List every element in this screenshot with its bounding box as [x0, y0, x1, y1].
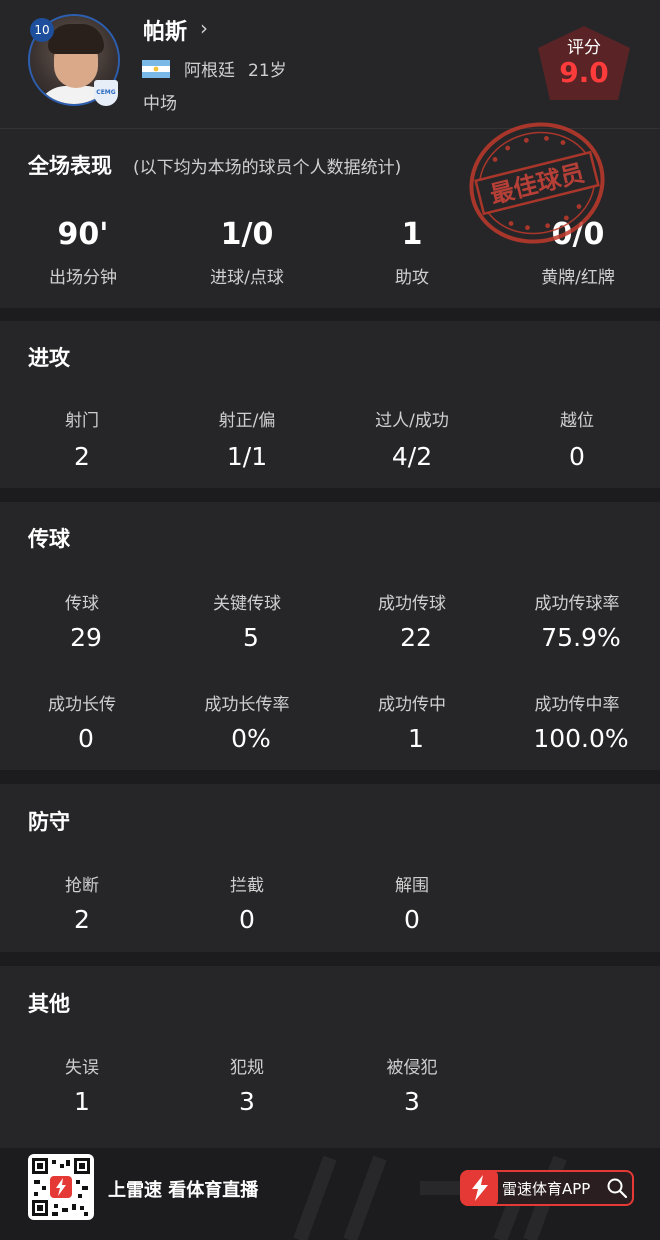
lightning-icon — [50, 1176, 72, 1198]
shots-label: 射门 — [65, 411, 99, 431]
pass-accuracy-label: 成功传球率 — [534, 594, 620, 614]
goals-penalties-value: 1/0 — [220, 217, 274, 252]
goals-penalties-label: 进球/点球 — [210, 268, 284, 288]
accurate-long-balls-value: 0 — [78, 724, 94, 753]
defense-section: 防守 抢断 2 拦截 0 解围 0 — [0, 784, 660, 952]
defense-title: 防守 — [28, 810, 70, 834]
fouls-value: 3 — [239, 1087, 255, 1116]
offsides-label: 越位 — [560, 411, 594, 431]
dribbles-value: 4/2 — [391, 442, 433, 471]
interceptions-value: 0 — [239, 905, 255, 934]
clearances-value: 0 — [404, 905, 420, 934]
app-name-label: 雷速体育APP — [502, 1180, 591, 1198]
promo-slogan: 上雷速 看体育直播 — [108, 1180, 259, 1201]
jersey-number-badge: 10 — [30, 18, 54, 42]
tackles-label: 抢断 — [65, 876, 99, 896]
minutes-label: 出场分钟 — [49, 268, 117, 288]
player-name[interactable]: 帕斯 — [143, 14, 187, 46]
other-title: 其他 — [28, 992, 70, 1016]
long-ball-accuracy-label: 成功长传率 — [204, 695, 290, 715]
club-badge-icon: CEMG — [94, 80, 118, 106]
was-fouled-label: 被侵犯 — [386, 1058, 438, 1078]
accurate-long-balls-label: 成功长传 — [48, 695, 116, 715]
accurate-passes-value: 22 — [400, 623, 432, 652]
overview-title: 全场表现 — [28, 154, 112, 178]
attack-section: 进攻 射门 2 射正/偏 1/1 过人/成功 4/2 越位 0 — [0, 321, 660, 488]
search-icon[interactable] — [606, 1177, 628, 1203]
long-ball-accuracy-value: 0% — [231, 724, 271, 753]
passing-title: 传球 — [28, 527, 70, 551]
cross-accuracy-label: 成功传中率 — [534, 695, 620, 715]
offsides-value: 0 — [569, 442, 585, 471]
rating-value: 9.0 — [559, 56, 609, 89]
passes-value: 29 — [70, 623, 102, 652]
minutes-value: 90' — [57, 217, 109, 252]
cards-label: 黄牌/红牌 — [541, 268, 615, 288]
player-header: 10 CEMG 帕斯 › 阿根廷 21岁 中场 评分 9.0 — [0, 0, 660, 128]
was-fouled-value: 3 — [404, 1087, 420, 1116]
attack-title: 进攻 — [28, 346, 70, 370]
player-age: 21岁 — [248, 61, 287, 81]
player-country: 阿根廷 — [184, 61, 235, 81]
rating-label: 评分 — [567, 38, 601, 58]
rating-badge: 评分 9.0 — [538, 26, 630, 100]
fouls-label: 犯规 — [230, 1058, 264, 1078]
key-passes-label: 关键传球 — [213, 594, 281, 614]
argentina-flag-icon — [142, 60, 170, 78]
shots-value: 2 — [74, 442, 90, 471]
errors-label: 失误 — [65, 1058, 99, 1078]
accurate-passes-label: 成功传球 — [378, 594, 446, 614]
best-player-stamp-icon: 最佳球员 — [462, 118, 612, 248]
shots-on-off-value: 1/1 — [226, 442, 268, 471]
other-section: 其他 失误 1 犯规 3 被侵犯 3 — [0, 966, 660, 1148]
lightning-icon — [462, 1170, 498, 1206]
cross-accuracy-value: 100.0% — [533, 724, 629, 753]
interceptions-label: 拦截 — [230, 876, 264, 896]
player-position: 中场 — [143, 94, 177, 114]
tackles-value: 2 — [74, 905, 90, 934]
accurate-crosses-value: 1 — [408, 724, 424, 753]
chevron-right-icon[interactable]: › — [200, 16, 208, 40]
shots-on-off-label: 射正/偏 — [218, 411, 276, 431]
assists-label: 助攻 — [395, 268, 429, 288]
accurate-crosses-label: 成功传中 — [378, 695, 446, 715]
passing-section: 传球 传球 29 关键传球 5 成功传球 22 成功传球率 75.9% 成功长传… — [0, 502, 660, 770]
errors-value: 1 — [74, 1087, 90, 1116]
passes-label: 传球 — [65, 594, 99, 614]
clearances-label: 解围 — [395, 876, 429, 896]
player-stats-page: 10 CEMG 帕斯 › 阿根廷 21岁 中场 评分 9.0 全场表现 (以下均… — [0, 0, 660, 1240]
key-passes-value: 5 — [243, 623, 259, 652]
overview-subtitle: (以下均为本场的球员个人数据统计) — [133, 158, 402, 178]
pass-accuracy-value: 75.9% — [541, 623, 621, 652]
dribbles-label: 过人/成功 — [375, 411, 449, 431]
